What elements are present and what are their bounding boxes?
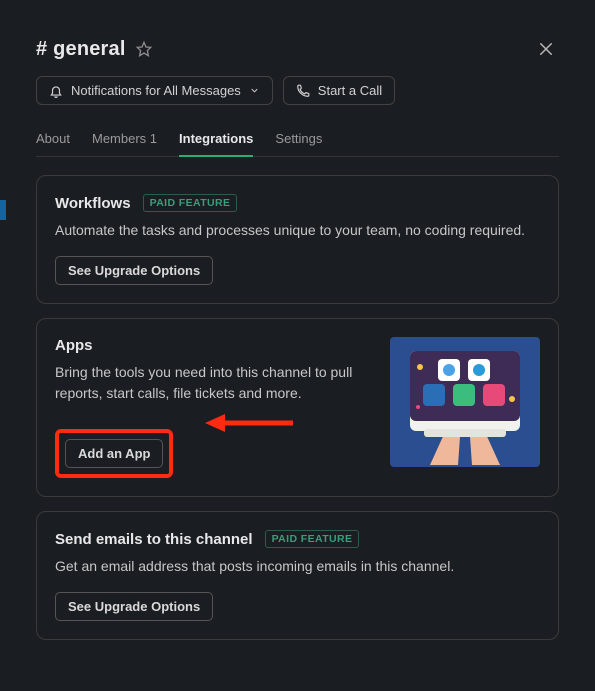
tab-about[interactable]: About — [36, 125, 70, 156]
tab-integrations[interactable]: Integrations — [179, 125, 253, 156]
channel-details-modal: # general Notifications for All Messag — [14, 14, 581, 677]
paid-feature-badge: PAID FEATURE — [143, 194, 238, 212]
title-wrap: # general — [36, 38, 152, 61]
card-head: Apps — [55, 337, 374, 354]
emails-upgrade-button[interactable]: See Upgrade Options — [55, 592, 213, 621]
star-icon[interactable] — [136, 41, 152, 57]
apps-title: Apps — [55, 337, 93, 354]
actions-row: Notifications for All Messages Start a C… — [36, 76, 559, 105]
tab-settings[interactable]: Settings — [275, 125, 322, 156]
emails-title: Send emails to this channel — [55, 531, 253, 548]
close-button[interactable] — [533, 36, 559, 62]
annotation-highlight-box: Add an App — [55, 429, 173, 478]
tab-bar: About Members 1 Integrations Settings — [36, 125, 559, 157]
apps-desc: Bring the tools you need into this chann… — [55, 362, 374, 405]
apps-left: Apps Bring the tools you need into this … — [55, 337, 374, 478]
apps-illustration — [390, 337, 540, 467]
workflows-card: Workflows PAID FEATURE Automate the task… — [36, 175, 559, 304]
phone-icon — [296, 84, 310, 98]
apps-body: Apps Bring the tools you need into this … — [55, 337, 540, 478]
background-selection-strip — [0, 200, 6, 220]
card-head: Workflows PAID FEATURE — [55, 194, 540, 212]
modal-header: # general — [36, 36, 559, 62]
start-call-label: Start a Call — [318, 83, 382, 98]
chevron-down-icon — [249, 85, 260, 96]
close-icon — [537, 40, 555, 58]
paid-feature-badge: PAID FEATURE — [265, 530, 360, 548]
emails-card: Send emails to this channel PAID FEATURE… — [36, 511, 559, 640]
workflows-upgrade-button[interactable]: See Upgrade Options — [55, 256, 213, 285]
emails-desc: Get an email address that posts incoming… — [55, 556, 540, 578]
notifications-label: Notifications for All Messages — [71, 83, 241, 98]
notifications-dropdown[interactable]: Notifications for All Messages — [36, 76, 273, 105]
start-call-button[interactable]: Start a Call — [283, 76, 395, 105]
workflows-title: Workflows — [55, 195, 131, 212]
tab-members[interactable]: Members 1 — [92, 125, 157, 156]
cards-container: Workflows PAID FEATURE Automate the task… — [36, 175, 559, 640]
bell-icon — [49, 84, 63, 98]
add-an-app-button[interactable]: Add an App — [65, 439, 163, 468]
channel-title: # general — [36, 38, 126, 61]
apps-card: Apps Bring the tools you need into this … — [36, 318, 559, 497]
workflows-desc: Automate the tasks and processes unique … — [55, 220, 540, 242]
card-head: Send emails to this channel PAID FEATURE — [55, 530, 540, 548]
